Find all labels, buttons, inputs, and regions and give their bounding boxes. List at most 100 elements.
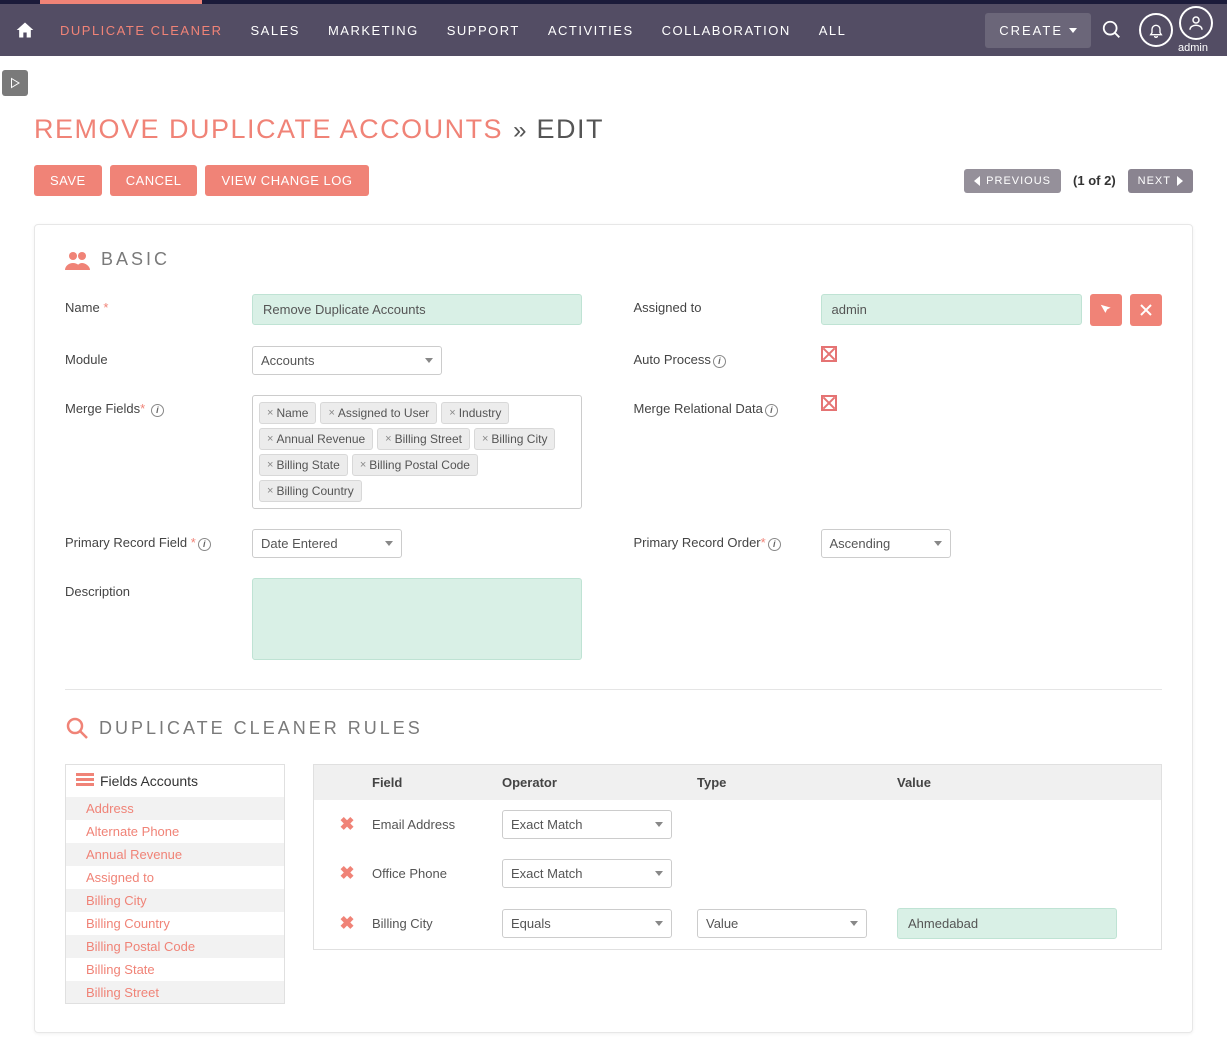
remove-tag-icon[interactable]: × xyxy=(267,485,273,497)
merge-relational-label: Merge Relational Data xyxy=(634,401,763,416)
info-icon[interactable]: i xyxy=(713,355,726,368)
module-label: Module xyxy=(65,352,108,367)
available-field[interactable]: Billing City xyxy=(66,889,284,912)
name-field[interactable] xyxy=(252,294,582,325)
remove-tag-icon[interactable]: × xyxy=(267,433,273,445)
info-icon[interactable]: i xyxy=(765,404,778,417)
col-type: Type xyxy=(697,775,897,790)
previous-button[interactable]: PREVIOUS xyxy=(964,169,1061,193)
remove-tag-icon[interactable]: × xyxy=(267,407,273,419)
remove-rule-icon[interactable]: ✖ xyxy=(322,814,372,835)
chevron-down-icon xyxy=(385,541,393,546)
merge-tag[interactable]: × Billing Postal Code xyxy=(352,454,478,476)
title-link[interactable]: REMOVE DUPLICATE ACCOUNTS xyxy=(34,114,503,145)
description-field[interactable] xyxy=(252,578,582,660)
nav-item-collaboration[interactable]: COLLABORATION xyxy=(648,23,805,38)
rule-field-label: Email Address xyxy=(372,817,502,832)
chevron-down-icon xyxy=(934,541,942,546)
available-field[interactable]: Annual Revenue xyxy=(66,843,284,866)
current-user-label: admin xyxy=(1178,42,1208,54)
merge-fields-label: Merge Fields xyxy=(65,401,140,416)
merge-tag[interactable]: × Industry xyxy=(441,402,509,424)
info-icon[interactable]: i xyxy=(198,538,211,551)
merge-tag[interactable]: × Billing City xyxy=(474,428,555,450)
remove-tag-icon[interactable]: × xyxy=(449,407,455,419)
top-nav: DUPLICATE CLEANERSALESMARKETINGSUPPORTAC… xyxy=(0,4,1227,56)
assigned-to-label: Assigned to xyxy=(634,300,702,315)
list-icon xyxy=(76,773,94,789)
rule-row: ✖Office PhoneExact Match xyxy=(314,849,1161,898)
primary-record-field-label: Primary Record Field xyxy=(65,535,187,550)
nav-item-activities[interactable]: ACTIVITIES xyxy=(534,23,648,38)
merge-tag[interactable]: × Billing Street xyxy=(377,428,470,450)
primary-record-order-select[interactable]: Ascending xyxy=(821,529,951,558)
available-field[interactable]: Billing Street xyxy=(66,981,284,1004)
pager-status: (1 of 2) xyxy=(1061,173,1128,188)
remove-rule-icon[interactable]: ✖ xyxy=(322,863,372,884)
nav-item-marketing[interactable]: MARKETING xyxy=(314,23,433,38)
col-field: Field xyxy=(372,775,502,790)
operator-select[interactable]: Exact Match xyxy=(502,810,672,839)
available-field[interactable]: Assigned to xyxy=(66,866,284,889)
nav-item-duplicate-cleaner[interactable]: DUPLICATE CLEANER xyxy=(46,23,237,38)
user-icon[interactable] xyxy=(1179,6,1213,40)
info-icon[interactable]: i xyxy=(151,404,164,417)
remove-tag-icon[interactable]: × xyxy=(360,459,366,471)
operator-select[interactable]: Equals xyxy=(502,909,672,938)
rules-section-header: DUPLICATE CLEANER RULES xyxy=(65,716,1162,740)
fields-panel-title: Fields Accounts xyxy=(100,773,198,789)
col-operator: Operator xyxy=(502,775,697,790)
merge-tag[interactable]: × Billing Country xyxy=(259,480,362,502)
search-icon[interactable] xyxy=(1091,19,1133,41)
chevron-down-icon xyxy=(1069,28,1077,33)
fields-panel: Fields Accounts AddressAlternate PhoneAn… xyxy=(65,764,285,1004)
search-icon xyxy=(65,716,89,740)
primary-record-order-label: Primary Record Order xyxy=(634,535,761,550)
home-icon[interactable] xyxy=(8,20,46,40)
chevron-down-icon xyxy=(425,358,433,363)
view-changelog-button[interactable]: VIEW CHANGE LOG xyxy=(205,165,368,196)
notifications-icon[interactable] xyxy=(1139,13,1173,47)
merge-tag[interactable]: × Name xyxy=(259,402,316,424)
merge-tag[interactable]: × Billing State xyxy=(259,454,348,476)
available-field[interactable]: Billing State xyxy=(66,958,284,981)
rule-field-label: Billing City xyxy=(372,916,502,931)
cancel-button[interactable]: CANCEL xyxy=(110,165,198,196)
merge-tag[interactable]: × Annual Revenue xyxy=(259,428,373,450)
module-select[interactable]: Accounts xyxy=(252,346,442,375)
remove-tag-icon[interactable]: × xyxy=(267,459,273,471)
available-field[interactable]: Address xyxy=(66,797,284,820)
auto-process-checkbox[interactable] xyxy=(821,346,837,362)
remove-tag-icon[interactable]: × xyxy=(482,433,488,445)
col-value: Value xyxy=(897,775,1153,790)
page-title: REMOVE DUPLICATE ACCOUNTS » EDIT xyxy=(34,114,1193,145)
create-button[interactable]: CREATE xyxy=(985,13,1091,48)
nav-item-all[interactable]: ALL xyxy=(805,23,861,38)
merge-fields-box[interactable]: × Name× Assigned to User× Industry × Annu… xyxy=(252,395,582,509)
available-field[interactable]: Alternate Phone xyxy=(66,820,284,843)
assigned-to-field[interactable] xyxy=(821,294,1083,325)
assigned-clear-icon[interactable] xyxy=(1130,294,1162,326)
merge-relational-checkbox[interactable] xyxy=(821,395,837,411)
rule-field-label: Office Phone xyxy=(372,866,502,881)
save-button[interactable]: SAVE xyxy=(34,165,102,196)
type-select[interactable]: Value xyxy=(697,909,867,938)
people-icon xyxy=(65,250,91,270)
description-label: Description xyxy=(65,584,130,599)
operator-select[interactable]: Exact Match xyxy=(502,859,672,888)
primary-record-field-select[interactable]: Date Entered xyxy=(252,529,402,558)
nav-item-support[interactable]: SUPPORT xyxy=(433,23,534,38)
rule-value-field[interactable] xyxy=(897,908,1117,939)
remove-tag-icon[interactable]: × xyxy=(385,433,391,445)
remove-rule-icon[interactable]: ✖ xyxy=(322,913,372,934)
play-icon[interactable] xyxy=(2,70,28,96)
nav-item-sales[interactable]: SALES xyxy=(237,23,314,38)
available-field[interactable]: Billing Country xyxy=(66,912,284,935)
assigned-select-icon[interactable] xyxy=(1090,294,1122,326)
rule-row: ✖Billing CityEquals Value xyxy=(314,898,1161,949)
remove-tag-icon[interactable]: × xyxy=(328,407,334,419)
basic-section-header: BASIC xyxy=(65,249,1162,270)
next-button[interactable]: NEXT xyxy=(1128,169,1193,193)
info-icon[interactable]: i xyxy=(768,538,781,551)
merge-tag[interactable]: × Assigned to User xyxy=(320,402,437,424)
